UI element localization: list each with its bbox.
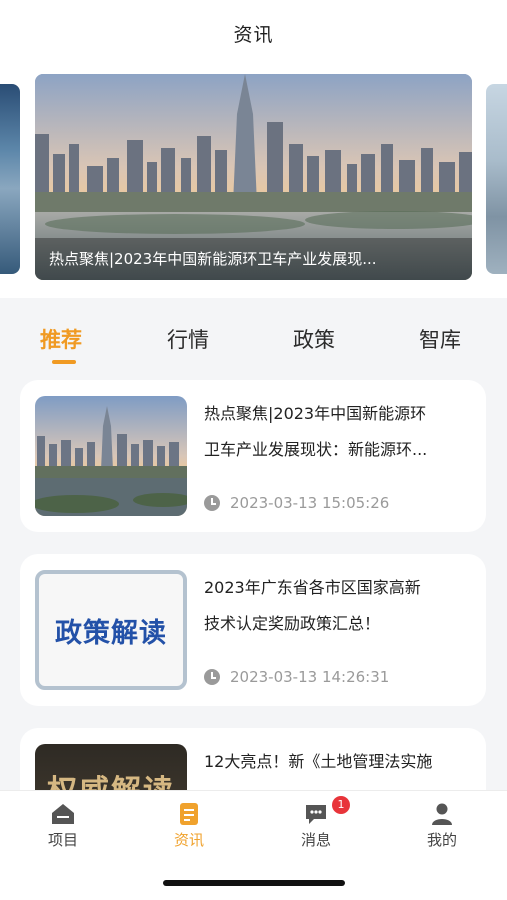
news-title-line: 2023年广东省各市区国家高新	[204, 578, 421, 597]
policy-interpretation-graphic-text: 政策解读	[55, 617, 167, 649]
tabbar-label: 资讯	[173, 831, 204, 849]
tab-policy[interactable]: 政策	[293, 324, 335, 354]
city-skyline-image	[35, 396, 187, 516]
banner-next-slide[interactable]	[486, 84, 507, 274]
banner-current-slide[interactable]: 热点聚焦|2023年中国新能源环卫车产业发展现...	[35, 74, 472, 280]
active-tab-indicator	[52, 360, 76, 364]
message-unread-badge: 1	[332, 796, 350, 814]
home-indicator[interactable]	[163, 880, 345, 886]
news-timestamp: 2023-03-13 14:26:31	[204, 668, 389, 686]
tab-think-tank[interactable]: 智库	[419, 324, 461, 354]
document-icon	[177, 803, 201, 825]
news-title-line: 12大亮点！新《土地管理法实施	[204, 752, 433, 771]
news-thumbnail	[35, 396, 187, 516]
message-icon	[304, 803, 328, 825]
top-header: 资讯	[0, 0, 507, 66]
tab-recommend[interactable]: 推荐	[40, 324, 82, 354]
banner-prev-slide[interactable]	[0, 84, 20, 274]
news-time-text: 2023-03-13 14:26:31	[230, 668, 390, 686]
home-icon	[51, 803, 75, 825]
user-icon	[430, 803, 454, 825]
page-title: 资讯	[233, 23, 274, 46]
tabbar-label: 项目	[47, 831, 78, 849]
news-thumbnail: 政策解读	[35, 570, 187, 690]
news-time-text: 2023-03-13 15:05:26	[230, 494, 390, 512]
news-title: 12大亮点！新《土地管理法实施	[204, 744, 472, 780]
clock-icon	[204, 495, 220, 511]
news-title-line: 卫车产业发展现状：新能源环...	[204, 440, 428, 459]
news-title-line: 技术认定奖励政策汇总！	[204, 614, 381, 633]
tabbar-item-mine[interactable]: 我的	[402, 803, 482, 850]
news-card[interactable]: 政策解读 2023年广东省各市区国家高新 技术认定奖励政策汇总！ 2023-03…	[20, 554, 486, 706]
news-title: 热点聚焦|2023年中国新能源环 卫车产业发展现状：新能源环...	[204, 396, 472, 468]
tabbar-label: 消息	[300, 831, 331, 849]
tab-market[interactable]: 行情	[167, 324, 209, 354]
news-timestamp: 2023-03-13 15:05:26	[204, 494, 389, 512]
banner-carousel[interactable]: 热点聚焦|2023年中国新能源环卫车产业发展现...	[0, 66, 507, 298]
category-tabs: 推荐 行情 政策 智库	[0, 318, 507, 366]
news-card[interactable]: 热点聚焦|2023年中国新能源环 卫车产业发展现状：新能源环... 2023-0…	[20, 380, 486, 532]
news-title-line: 热点聚焦|2023年中国新能源环	[204, 404, 427, 423]
banner-caption: 热点聚焦|2023年中国新能源环卫车产业发展现...	[35, 238, 472, 280]
news-title: 2023年广东省各市区国家高新 技术认定奖励政策汇总！	[204, 570, 472, 642]
clock-icon	[204, 669, 220, 685]
tabbar-item-projects[interactable]: 项目	[23, 803, 103, 850]
tabbar-item-news[interactable]: 资讯	[149, 803, 229, 850]
tabbar-label: 我的	[426, 831, 457, 849]
